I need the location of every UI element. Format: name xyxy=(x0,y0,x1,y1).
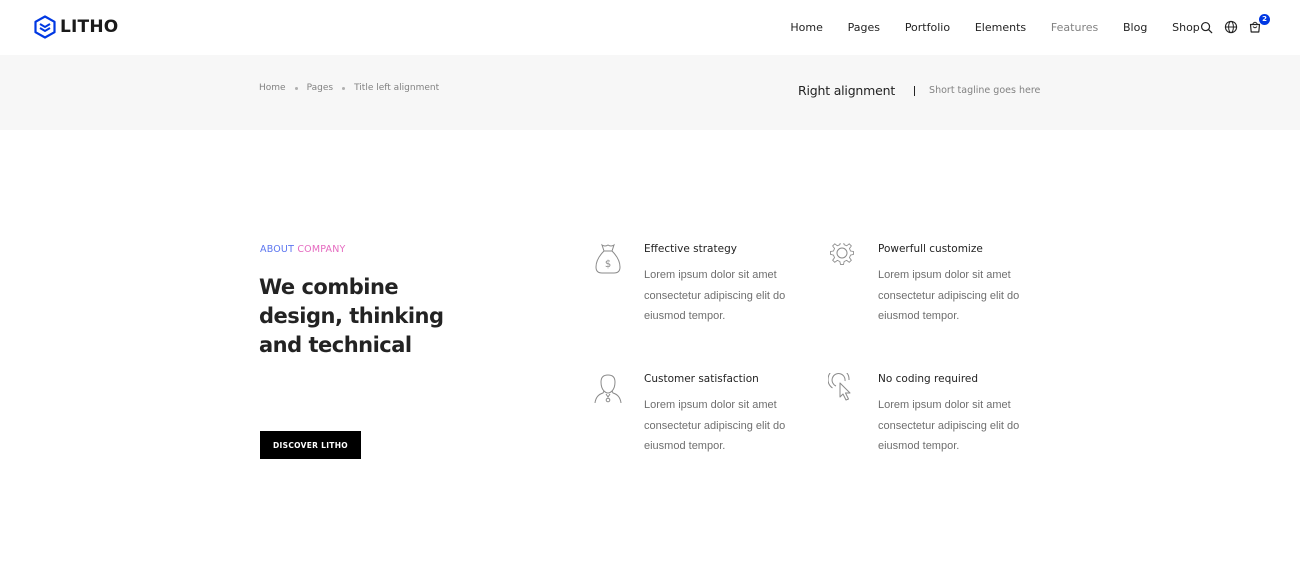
nav-pages[interactable]: Pages xyxy=(848,21,880,34)
logo-text: LITHO xyxy=(60,17,119,37)
page-title-group: Right alignment Short tagline goes here xyxy=(798,83,1040,98)
gear-icon xyxy=(830,243,854,265)
feature-title: Customer satisfaction xyxy=(644,373,759,385)
nav-shop[interactable]: Shop xyxy=(1172,21,1200,34)
eyebrow-part-about: ABOUT xyxy=(260,244,295,255)
nav-portfolio[interactable]: Portfolio xyxy=(905,21,950,34)
nav-blog[interactable]: Blog xyxy=(1123,21,1147,34)
globe-icon[interactable] xyxy=(1224,20,1239,35)
svg-text:$: $ xyxy=(605,259,611,270)
logo-link[interactable]: LITHO xyxy=(34,15,118,39)
cart-count-badge: 2 xyxy=(1259,14,1270,25)
breadcrumb: Home Pages Title left alignment xyxy=(259,83,439,93)
eyebrow-part-company: COMPANY xyxy=(297,244,346,255)
section-eyebrow: ABOUT COMPANY xyxy=(260,244,346,255)
cursor-click-icon xyxy=(828,373,851,401)
feature-title: Effective strategy xyxy=(644,243,737,255)
nav-home[interactable]: Home xyxy=(790,21,822,34)
page-title: Right alignment xyxy=(798,83,896,98)
search-icon[interactable] xyxy=(1200,20,1215,35)
money-bag-icon: $ xyxy=(595,243,621,274)
cart-icon[interactable]: 2 xyxy=(1248,14,1270,35)
feature-description: Lorem ipsum dolor sit amet consectetur a… xyxy=(644,269,786,322)
logo-icon xyxy=(34,15,56,39)
feature-description: Lorem ipsum dolor sit amet consectetur a… xyxy=(644,399,786,452)
header-icons: 2 xyxy=(1200,14,1270,35)
discover-litho-button[interactable]: DISCOVER LITHO xyxy=(260,431,361,459)
feature-title: Powerfull customize xyxy=(878,243,983,255)
main-nav: Home Pages Portfolio Elements Features B… xyxy=(778,0,1212,55)
feature-description: Lorem ipsum dolor sit amet consectetur a… xyxy=(878,269,1020,322)
breadcrumb-separator xyxy=(294,86,298,90)
nav-features[interactable]: Features xyxy=(1051,21,1098,34)
breadcrumb-current: Title left alignment xyxy=(354,83,440,93)
breadcrumb-home[interactable]: Home xyxy=(259,83,286,93)
section-headline: We combine design, thinking and technica… xyxy=(259,275,444,357)
page-tagline: Short tagline goes here xyxy=(929,85,1041,96)
user-icon xyxy=(594,374,622,404)
feature-description: Lorem ipsum dolor sit amet consectetur a… xyxy=(878,399,1020,452)
site-header: LITHO Home Pages Portfolio Elements Feat… xyxy=(0,0,1300,55)
feature-title: No coding required xyxy=(878,373,979,385)
breadcrumb-pages[interactable]: Pages xyxy=(307,83,333,93)
breadcrumb-separator xyxy=(342,86,346,90)
page-title-bar: Home Pages Title left alignment Right al… xyxy=(0,55,1300,130)
title-separator xyxy=(914,85,916,96)
nav-elements[interactable]: Elements xyxy=(975,21,1026,34)
